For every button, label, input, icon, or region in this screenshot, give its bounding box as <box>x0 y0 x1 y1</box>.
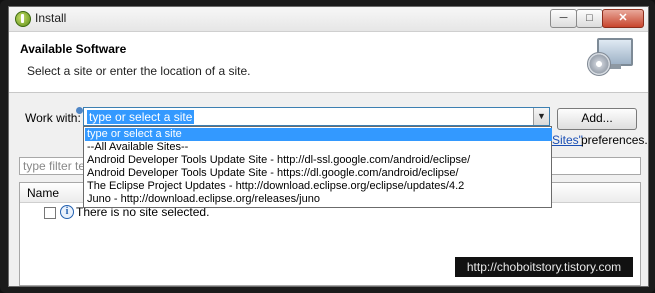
info-icon: i <box>60 205 74 219</box>
monitor-with-disc-icon <box>587 38 633 76</box>
dropdown-item[interactable]: Android Developer Tools Update Site - ht… <box>85 154 552 167</box>
dropdown-item[interactable]: Juno - http://download.eclipse.org/relea… <box>85 193 552 206</box>
work-with-combo-text[interactable]: type or select a site <box>87 110 195 124</box>
column-header-name[interactable]: Name <box>27 186 59 200</box>
dialog-header: Available Software Select a site or ente… <box>9 32 648 93</box>
title-bar: Install ─ □ ✕ <box>9 7 648 32</box>
install-dialog: Install ─ □ ✕ Available Software Select … <box>8 6 649 287</box>
add-site-button[interactable]: Add... <box>557 108 637 130</box>
screenshot-frame: Install ─ □ ✕ Available Software Select … <box>0 0 655 293</box>
window-title: Install <box>35 11 67 25</box>
preferences-text: preferences. <box>581 133 648 147</box>
disc-icon <box>587 52 611 76</box>
info-decoration-icon <box>76 107 83 114</box>
close-button[interactable]: ✕ <box>602 9 644 28</box>
page-title: Available Software <box>20 42 127 56</box>
page-description: Select a site or enter the location of a… <box>27 64 251 78</box>
chevron-down-icon[interactable]: ▼ <box>533 108 549 125</box>
available-sites-link[interactable]: Sites" <box>552 133 583 147</box>
work-with-combo[interactable]: type or select a site ▼ <box>83 107 550 126</box>
watermark-text: http://choboitstory.tistory.com <box>455 257 633 277</box>
site-dropdown-list: type or select a site --All Available Si… <box>83 126 552 208</box>
app-icon <box>15 11 31 27</box>
dropdown-item[interactable]: --All Available Sites-- <box>85 141 552 154</box>
maximize-button[interactable]: □ <box>576 9 603 28</box>
dropdown-item[interactable]: type or select a site <box>85 128 552 141</box>
minimize-button[interactable]: ─ <box>550 9 577 28</box>
row-checkbox[interactable] <box>44 207 56 219</box>
dropdown-item[interactable]: The Eclipse Project Updates - http://dow… <box>85 180 552 193</box>
dropdown-item[interactable]: Android Developer Tools Update Site - ht… <box>85 167 552 180</box>
work-with-label: Work with: <box>25 111 81 125</box>
